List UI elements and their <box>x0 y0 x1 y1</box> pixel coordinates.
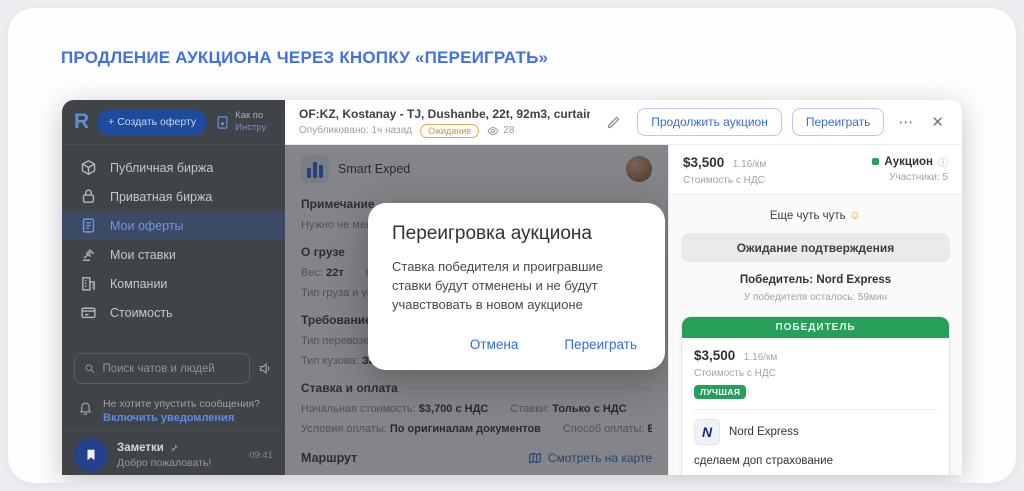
winner-company-name: Nord Express <box>729 426 799 438</box>
document-icon <box>80 217 97 234</box>
waiting-confirmation-bar: Ожидание подтверждения <box>681 233 950 262</box>
framed-slide-card: ПРОДЛЕНИЕ АУКЦИОНА ЧЕРЕЗ КНОПКУ «ПЕРЕИГР… <box>8 8 1016 483</box>
building-icon <box>80 275 97 292</box>
participants-count: Участники: 5 <box>889 172 948 183</box>
modal-body-text: Ставка победителя и проигравшие ставки б… <box>392 259 604 312</box>
nav-label: Мои оферты <box>110 218 184 233</box>
card-icon <box>80 304 97 321</box>
app-window: R + Создать оферту Как по Инстру Публичн… <box>62 100 962 475</box>
offer-topbar: OF:KZ, Kostanay - TJ, Dushanbe, 22t, 92m… <box>285 100 962 145</box>
chat-search[interactable] <box>74 353 250 384</box>
continue-auction-button[interactable]: Продолжить аукцион <box>637 108 782 136</box>
almost-there-text: Еще чуть чуть <box>769 210 846 222</box>
price-per-km: 1.16/км <box>732 159 767 170</box>
sidebar-item-my-offers[interactable]: Мои оферты <box>62 211 285 240</box>
views-count: 28 <box>503 125 515 136</box>
app-logo: R <box>74 110 90 133</box>
help-doc-icon <box>215 115 230 130</box>
chat-message: Добро пожаловать! <box>117 456 212 469</box>
winner-price-per-km: 1.16/км <box>743 352 778 363</box>
pin-icon <box>169 443 179 453</box>
sidebar-item-my-bids[interactable]: Мои ставки <box>62 240 285 269</box>
bell-icon <box>78 400 93 415</box>
winner-card-header: ПОБЕДИТЕЛЬ <box>682 317 949 338</box>
eye-icon <box>487 125 499 137</box>
nav-label: Публичная биржа <box>110 160 214 175</box>
winner-card: ПОБЕДИТЕЛЬ $3,500 1.16/км Стоимость с НД… <box>681 316 950 475</box>
notification-question: Не хотите упустить сообщения? <box>103 398 261 410</box>
notification-prompt: Не хотите упустить сообщения? Включить у… <box>62 384 285 430</box>
winner-price: $3,500 <box>694 348 736 363</box>
lock-icon <box>80 188 97 205</box>
create-offer-button[interactable]: + Создать оферту <box>97 109 208 135</box>
more-menu-icon[interactable]: ⋯ <box>894 113 917 131</box>
sidebar: R + Создать оферту Как по Инстру Публичн… <box>62 100 285 475</box>
sidebar-item-private-exchange[interactable]: Приватная биржа <box>62 182 285 211</box>
chat-item-notes[interactable]: Заметки Добро пожаловать! 09:41 <box>62 430 285 475</box>
winner-comment: сделаем доп страхование <box>694 455 833 467</box>
auction-price: $3,500 <box>683 155 725 170</box>
offer-detail-panel: Smart Exped Примечание Нужно не мен О гр… <box>285 145 668 475</box>
chat-time: 09:41 <box>249 449 273 461</box>
sidebar-item-pricing[interactable]: Стоимость <box>62 298 285 327</box>
auction-status-dot <box>872 158 880 165</box>
notes-avatar <box>74 438 108 472</box>
speaker-icon[interactable] <box>258 361 273 376</box>
nav-label: Мои ставки <box>110 247 176 262</box>
help-line2: Инстру <box>235 122 267 133</box>
status-badge: Ожидание <box>419 123 480 138</box>
winner-price-note: Стоимость с НДС <box>694 368 776 379</box>
slide-heading: ПРОДЛЕНИЕ АУКЦИОНА ЧЕРЕЗ КНОПКУ «ПЕРЕИГР… <box>61 48 549 67</box>
best-bid-badge: ЛУЧШАЯ <box>694 385 747 399</box>
nav-label: Стоимость <box>110 305 173 320</box>
modal-confirm-replay-button[interactable]: Переиграть <box>564 337 637 352</box>
nav-label: Компании <box>110 276 168 291</box>
offer-title: OF:KZ, Kostanay - TJ, Dushanbe, 22t, 92m… <box>299 106 591 121</box>
bookmark-icon <box>84 448 98 462</box>
price-note: Стоимость с НДС <box>683 175 765 186</box>
close-icon[interactable]: ✕ <box>927 113 948 131</box>
replay-auction-modal: Переигровка аукциона Ставка победителя и… <box>368 203 665 370</box>
search-input[interactable] <box>102 362 240 375</box>
published-label: Опубликовано: 1ч назад <box>299 125 412 136</box>
cube-icon <box>80 159 97 176</box>
auction-panel: $3,500 1.16/км Стоимость с НДС Аукцион ⓘ… <box>668 145 962 475</box>
help-link[interactable]: Как по Инстру <box>215 110 266 135</box>
sidebar-top: R + Создать оферту Как по Инстру <box>62 100 285 145</box>
sidebar-nav: Публичная биржа Приватная биржа Мои офер… <box>62 145 285 327</box>
help-line1: Как по <box>235 109 264 121</box>
sidebar-item-companies[interactable]: Компании <box>62 269 285 298</box>
auction-type-label: Аукцион <box>884 155 933 168</box>
replay-auction-button[interactable]: Переиграть <box>791 108 885 136</box>
sidebar-item-public-exchange[interactable]: Публичная биржа <box>62 153 285 182</box>
gavel-icon <box>80 246 97 263</box>
nord-express-logo: N <box>694 419 720 445</box>
modal-title: Переигровка аукциона <box>392 223 592 244</box>
smile-emoji: ☺ <box>848 208 862 222</box>
winner-line: Победитель: Nord Express <box>739 274 892 286</box>
edit-icon[interactable] <box>606 115 621 130</box>
enable-notifications-link[interactable]: Включить уведомления <box>103 412 260 424</box>
winner-time-left: У победителя осталось: 59мин <box>743 292 888 303</box>
chat-name: Заметки <box>117 441 164 454</box>
info-icon[interactable]: ⓘ <box>938 154 948 169</box>
search-icon <box>84 362 95 375</box>
modal-cancel-button[interactable]: Отмена <box>470 337 518 352</box>
nav-label: Приватная биржа <box>110 189 213 204</box>
